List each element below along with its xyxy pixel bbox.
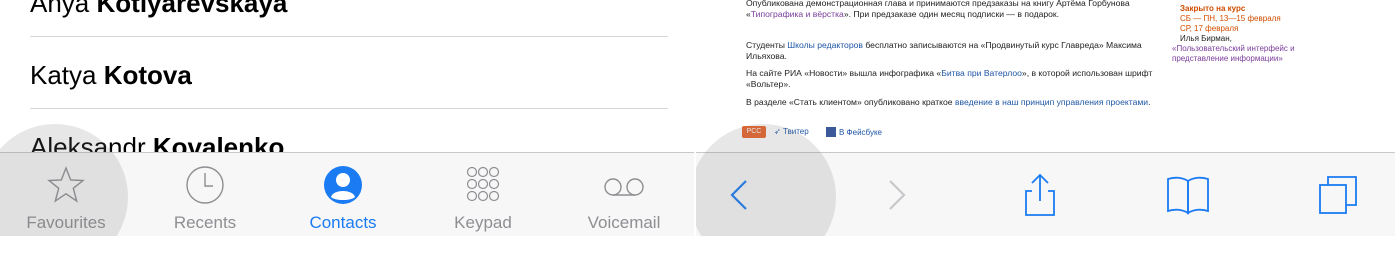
news-link[interactable]: Школы редакторов [787,40,863,50]
news-paragraph: На сайте РИА «Новости» вышла инфографика… [746,68,1166,90]
tab-keypad[interactable]: Keypad [423,153,543,236]
person-icon [324,166,362,204]
forward-icon[interactable] [874,173,918,217]
news-link[interactable]: введение в наш принцип управления проект… [955,97,1148,107]
facebook-icon [826,127,836,137]
paragraph-text: Студенты [746,40,788,50]
paragraph-text: . [1148,97,1151,107]
browser-panel: Опубликована демонстрационная глава и пр… [696,0,1395,236]
news-paragraph: Студенты Школы редакторов бесплатно запи… [746,40,1166,62]
paragraph-text: В разделе «Стать клиентом» опубликовано … [746,97,955,107]
contact-row[interactable]: Anya Kotlyarevskaya [30,0,287,19]
contact-last-name: Kotlyarevskaya [96,0,288,18]
closed-label: Закрыто на курс [1180,4,1246,13]
voicemail-icon [604,178,644,196]
tab-contacts[interactable]: Contacts [283,153,403,236]
tab-label: Contacts [309,213,377,232]
course-dates: СР, 17 февраля [1180,24,1239,33]
tab-recents[interactable]: Recents [145,153,265,236]
tabs-icon[interactable] [1316,173,1360,217]
share-icon[interactable] [1018,173,1062,217]
news-paragraph: Опубликована демонстрационная глава и пр… [746,0,1166,20]
tab-voicemail[interactable]: Voicemail [564,153,684,236]
tab-label: Voicemail [587,213,661,232]
course-link[interactable]: «Пользовательский интерфейс и представле… [1172,44,1322,64]
news-link[interactable]: Битва при Ватерлоо [941,68,1022,78]
news-paragraph: В разделе «Стать клиентом» опубликовано … [746,97,1166,108]
list-divider [30,108,668,109]
news-link[interactable]: Типографика и вёрстка [751,9,844,19]
tab-label: Recents [173,213,237,232]
page-margin [0,236,1395,260]
contact-first-name: Anya [30,0,90,18]
contact-first-name: Katya [30,60,97,90]
facebook-label: В Фейсбуке [839,128,883,137]
paragraph-text: ». При предзаказе один месяц подписки — … [843,9,1060,19]
course-dates: СБ — ПН, 13—15 февраля [1180,14,1281,23]
list-divider [30,36,668,37]
course-sidebar: Закрыто на курс СБ — ПН, 13—15 февраля С… [1172,4,1380,64]
tab-label: Keypad [454,213,512,232]
keypad-icon [466,166,500,202]
bookmarks-icon[interactable] [1166,173,1210,217]
web-content: Опубликована демонстрационная глава и пр… [696,0,1395,152]
contacts-panel: Anya Kotlyarevskaya Katya Kotova Aleksan… [0,0,694,236]
clock-icon [186,166,224,204]
facebook-link[interactable]: В Фейсбуке [826,127,882,137]
contact-last-name: Kotova [103,60,192,90]
course-teacher: Илья Бирман, [1180,34,1232,43]
contact-row[interactable]: Katya Kotova [30,60,192,91]
paragraph-text: На сайте РИА «Новости» вышла инфографика… [746,68,942,78]
